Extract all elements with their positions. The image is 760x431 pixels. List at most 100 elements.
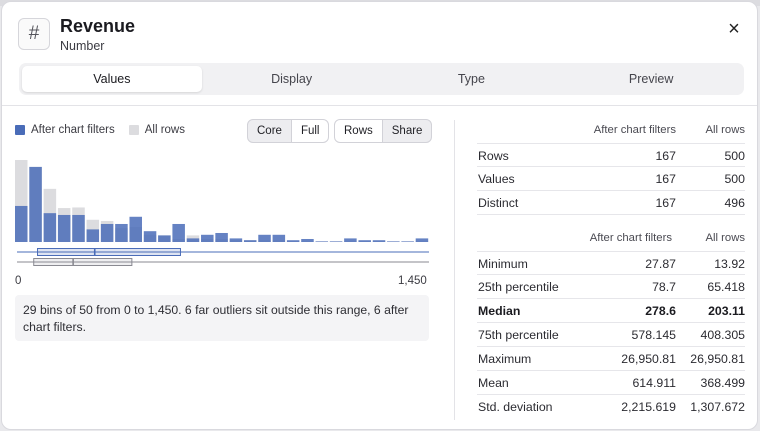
stats-table-header: After chart filters All rows bbox=[477, 232, 745, 248]
bar-filtered bbox=[372, 240, 386, 242]
bar-filtered bbox=[172, 223, 185, 242]
table-row: Std. deviation 2,215.619 1,307.672 bbox=[477, 395, 745, 419]
row-label: Minimum bbox=[478, 257, 528, 271]
row-value-filtered: 26,950.81 bbox=[621, 352, 676, 366]
legend-label-filtered: After chart filters bbox=[31, 124, 115, 136]
tab-values[interactable]: Values bbox=[22, 66, 202, 92]
bar-filtered bbox=[315, 241, 329, 242]
bar-filtered bbox=[158, 235, 171, 242]
row-label: Rows bbox=[478, 149, 509, 163]
close-icon[interactable]: × bbox=[724, 19, 744, 39]
row-label: 75th percentile bbox=[478, 328, 559, 342]
row-value-filtered: 167 bbox=[655, 196, 676, 210]
bar-filtered bbox=[243, 240, 257, 242]
bar-filtered bbox=[301, 238, 314, 242]
histogram-svg bbox=[15, 160, 429, 266]
column-title: Revenue bbox=[60, 16, 136, 36]
row-label: 25th percentile bbox=[478, 280, 559, 294]
table-row: Rows 167 500 bbox=[477, 143, 745, 167]
counts-header-filtered: After chart filters bbox=[593, 124, 676, 136]
row-value-all: 65.418 bbox=[707, 280, 745, 294]
tab-bar: Values Display Type Preview bbox=[19, 63, 744, 95]
panel-divider bbox=[454, 120, 455, 420]
counts-header-all: All rows bbox=[705, 124, 745, 136]
full-button[interactable]: Full bbox=[290, 119, 330, 143]
bar-filtered bbox=[43, 213, 57, 242]
table-row: Median 278.6 203.11 bbox=[477, 299, 745, 323]
counts-table-header: After chart filters All rows bbox=[477, 124, 745, 140]
row-label: Distinct bbox=[478, 196, 519, 210]
stats-table: Minimum 27.87 13.92 25th percentile 78.7… bbox=[477, 251, 745, 419]
boxplot-box bbox=[37, 248, 181, 256]
bar-filtered bbox=[115, 223, 128, 242]
row-value-filtered: 578.145 bbox=[631, 328, 676, 342]
table-row: Maximum 26,950.81 26,950.81 bbox=[477, 347, 745, 371]
row-value-all: 408.305 bbox=[700, 328, 745, 342]
tab-display[interactable]: Display bbox=[202, 66, 382, 92]
column-type: Number bbox=[60, 39, 105, 53]
row-value-all: 1,307.672 bbox=[690, 400, 745, 414]
counts-table: Rows 167 500 Values 167 500 Distinct 167… bbox=[477, 143, 745, 215]
header-divider bbox=[2, 105, 757, 106]
bar-filtered bbox=[15, 205, 28, 242]
bar-filtered bbox=[387, 241, 400, 242]
legend-swatch-filtered bbox=[15, 125, 25, 135]
row-value-filtered: 278.6 bbox=[645, 304, 676, 318]
row-value-all: 500 bbox=[724, 149, 745, 163]
legend-item-all: All rows bbox=[128, 124, 185, 136]
row-label: Median bbox=[478, 304, 521, 318]
hash-icon: # bbox=[18, 18, 50, 50]
bar-filtered bbox=[201, 234, 214, 242]
table-row: Distinct 167 496 bbox=[477, 191, 745, 215]
histogram-note: 29 bins of 50 from 0 to 1,450. 6 far out… bbox=[15, 295, 429, 341]
bar-filtered bbox=[358, 240, 371, 242]
rows-button[interactable]: Rows bbox=[334, 119, 383, 143]
row-value-filtered: 167 bbox=[655, 172, 676, 186]
core-button[interactable]: Core bbox=[247, 119, 292, 143]
column-details-dialog: # Revenue Number × Values Display Type P… bbox=[1, 1, 758, 430]
bar-filtered bbox=[57, 214, 71, 242]
row-value-all: 26,950.81 bbox=[690, 352, 745, 366]
bar-filtered bbox=[229, 238, 243, 242]
view-toggle: Rows Share bbox=[334, 119, 433, 143]
bar-filtered bbox=[29, 166, 42, 242]
legend-item-filtered: After chart filters bbox=[15, 124, 115, 136]
row-value-all: 203.11 bbox=[708, 304, 745, 318]
tab-preview[interactable]: Preview bbox=[561, 66, 741, 92]
row-label: Values bbox=[478, 172, 515, 186]
bar-filtered bbox=[415, 238, 429, 242]
stats-header-all: All rows bbox=[705, 232, 745, 244]
row-value-all: 13.92 bbox=[714, 257, 745, 271]
share-button[interactable]: Share bbox=[381, 119, 433, 143]
bar-filtered bbox=[258, 234, 271, 242]
row-value-filtered: 2,215.619 bbox=[621, 400, 676, 414]
bar-filtered bbox=[401, 241, 414, 242]
row-value-filtered: 614.911 bbox=[632, 376, 676, 390]
row-value-filtered: 167 bbox=[655, 149, 676, 163]
row-value-all: 368.499 bbox=[700, 376, 745, 390]
row-label: Std. deviation bbox=[478, 400, 553, 414]
x-axis-min-label: 0 bbox=[15, 275, 22, 287]
table-row: Values 167 500 bbox=[477, 167, 745, 191]
bar-filtered bbox=[143, 231, 157, 242]
bar-filtered bbox=[272, 234, 286, 242]
table-row: 25th percentile 78.7 65.418 bbox=[477, 275, 745, 299]
row-value-all: 496 bbox=[724, 196, 745, 210]
bar-filtered bbox=[86, 229, 100, 242]
row-label: Maximum bbox=[478, 352, 532, 366]
legend-label-all: All rows bbox=[144, 124, 185, 136]
bar-filtered bbox=[344, 238, 357, 242]
bar-filtered bbox=[72, 214, 85, 242]
boxplot-box bbox=[33, 258, 133, 266]
bar-filtered bbox=[100, 223, 114, 242]
legend-swatch-all bbox=[128, 125, 139, 135]
x-axis-max-label: 1,450 bbox=[398, 275, 427, 287]
chart-legend: After chart filters All rows bbox=[15, 124, 199, 136]
bar-filtered bbox=[286, 240, 300, 242]
tab-type[interactable]: Type bbox=[382, 66, 562, 92]
bar-filtered bbox=[186, 238, 200, 242]
row-label: Mean bbox=[478, 376, 509, 390]
row-value-filtered: 78.7 bbox=[652, 280, 676, 294]
stats-header-filtered: After chart filters bbox=[589, 232, 672, 244]
bar-filtered bbox=[329, 241, 343, 242]
